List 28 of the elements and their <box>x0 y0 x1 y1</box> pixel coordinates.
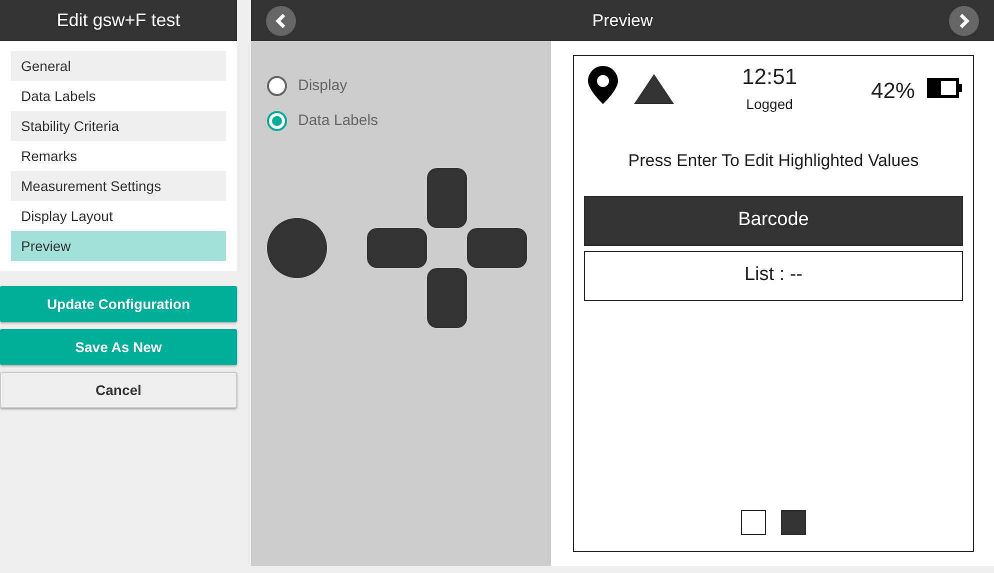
instruction-text: Press Enter To Edit Highlighted Values <box>627 150 920 172</box>
radio-label: Data Labels <box>298 110 378 130</box>
value-field[interactable]: Barcode <box>584 196 963 246</box>
preview-title: Preview <box>592 10 653 32</box>
right-key[interactable] <box>467 228 527 268</box>
down-key[interactable] <box>427 268 467 328</box>
location-pin-icon <box>588 66 618 104</box>
radio-button[interactable] <box>267 76 287 96</box>
nav-item[interactable]: General <box>11 51 226 81</box>
chevron-left-icon <box>274 12 288 28</box>
nav-item[interactable]: Measurement Settings <box>11 171 226 201</box>
battery-percent: 42% <box>870 77 915 105</box>
triangle-icon <box>634 74 674 104</box>
back-button[interactable] <box>266 6 296 36</box>
action-button[interactable]: Cancel <box>0 372 237 408</box>
value-field[interactable]: List : -- <box>584 250 963 300</box>
forward-button[interactable] <box>949 6 979 36</box>
left-key[interactable] <box>367 228 427 268</box>
nav-item[interactable]: Stability Criteria <box>11 111 226 141</box>
sidebar-title: Edit gsw+F test <box>0 0 237 41</box>
chevron-right-icon <box>957 12 971 28</box>
radio-label: Display <box>298 76 348 96</box>
battery-icon <box>927 78 963 98</box>
up-key[interactable] <box>427 168 467 228</box>
clock-time: 12:51 <box>742 64 798 90</box>
nav-item[interactable]: Preview <box>11 231 226 261</box>
log-status: Logged <box>746 95 793 114</box>
radio-button[interactable] <box>267 110 287 131</box>
